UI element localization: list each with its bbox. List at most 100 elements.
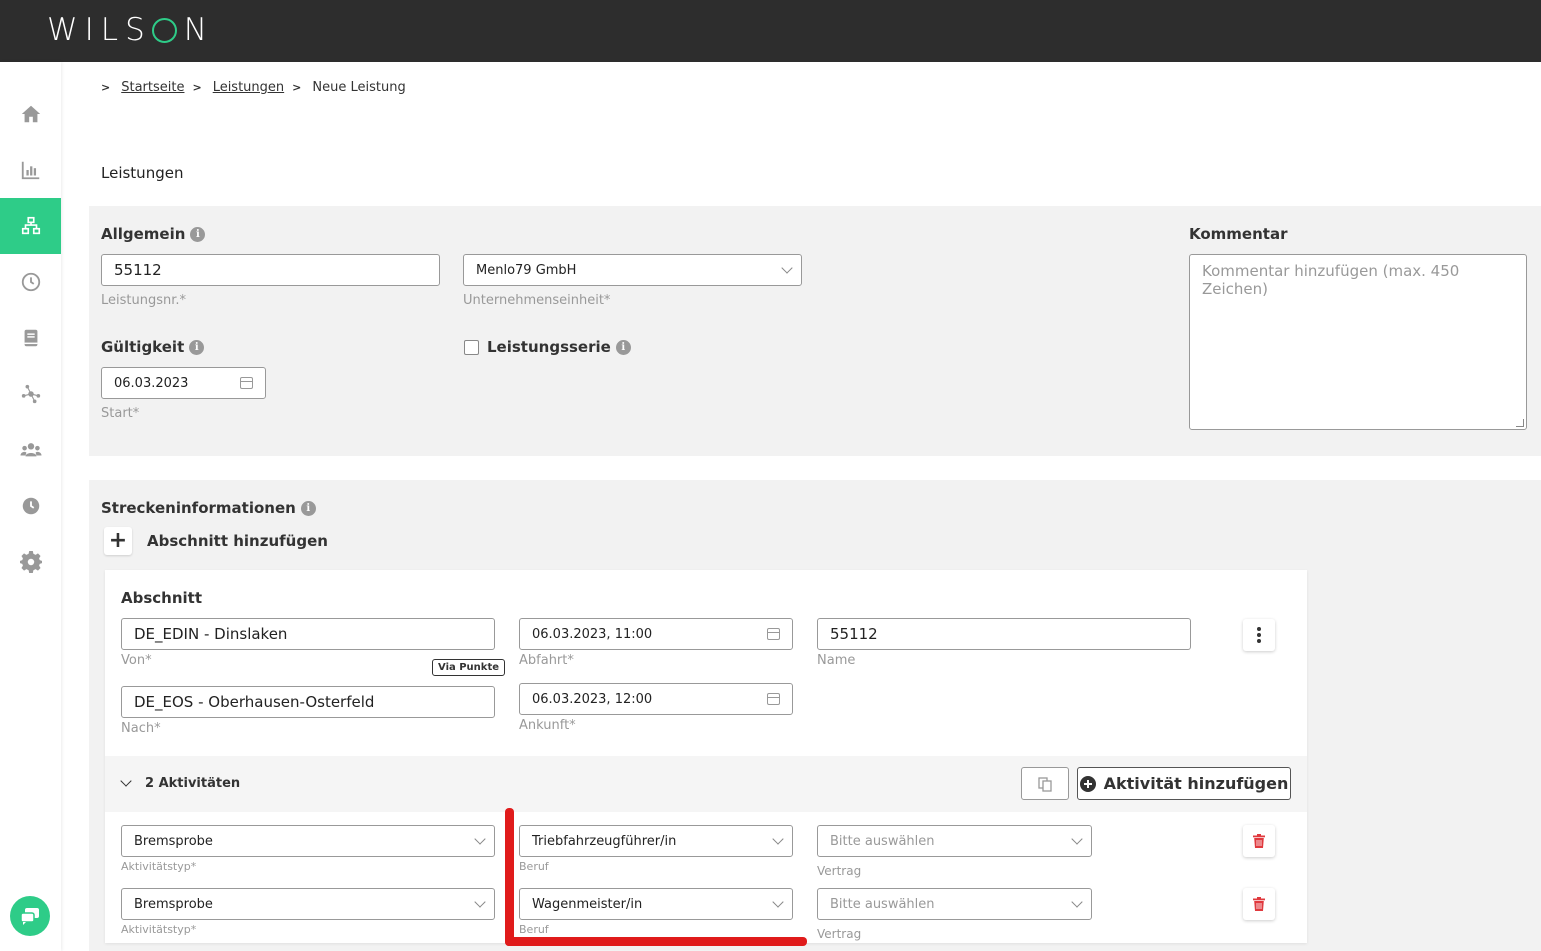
resize-handle[interactable] [1516,419,1524,427]
calendar-icon[interactable] [767,628,780,640]
abfahrt-label: Abfahrt* [519,653,574,668]
ankunft-value: 06.03.2023, 12:00 [532,691,653,707]
beruf-value: Wagenmeister/in [532,896,643,912]
sidebar-item-settings[interactable] [0,534,61,590]
von-input[interactable]: DE_EDIN - Dinslaken [121,618,495,650]
info-icon[interactable]: i [615,339,631,355]
home-icon [21,105,40,123]
gueltigkeit-heading-text: Gültigkeit [101,338,185,356]
copy-icon [1038,776,1052,792]
sidebar-item-history[interactable] [0,478,61,534]
section-heading: Abschnitt [121,589,203,607]
annotation-mark-horizontal [505,937,807,946]
chevron-right-icon: > [101,81,111,94]
unternehmenseinheit-label: Unternehmenseinheit* [463,293,611,308]
chat-icon [20,908,39,925]
leistungsserie-checkbox[interactable] [464,340,479,355]
nach-label: Nach* [121,721,161,736]
info-icon[interactable]: i [190,226,206,242]
aktivitaetstyp-select[interactable]: Bremsprobe [121,825,495,857]
beruf-select[interactable]: Wagenmeister/in [519,888,793,920]
name-label: Name [817,653,856,668]
gueltigkeit-heading: Gültigkeit i [101,338,205,356]
copy-activity-button[interactable] [1021,767,1069,800]
start-date-value: 06.03.2023 [114,375,189,391]
name-input[interactable]: 55112 [817,618,1191,650]
plus-circle-icon [1079,775,1096,792]
leistungsnr-value: 55112 [114,261,162,279]
users-icon [19,443,42,457]
info-icon[interactable]: i [300,500,316,516]
abfahrt-value: 06.03.2023, 11:00 [532,626,653,642]
calendar-icon[interactable] [767,693,780,705]
kommentar-textarea[interactable]: Kommentar hinzufügen (max. 450 Zeichen) [1189,254,1527,430]
aktivitaetstyp-label: Aktivitätstyp* [121,923,197,936]
via-punkte-button[interactable]: Via Punkte [432,659,506,676]
von-value: DE_EDIN - Dinslaken [134,625,288,643]
trash-icon [1253,897,1265,911]
add-section-label[interactable]: Abschnitt hinzufügen [147,532,328,550]
page-title: Leistungen [101,164,184,182]
chevron-down-icon [772,896,784,908]
breadcrumb: > Startseite > Leistungen > Neue Leistun… [101,80,406,95]
unternehmenseinheit-value: Menlo79 GmbH [476,262,577,278]
nodes-icon [21,384,40,404]
sidebar-item-network[interactable] [0,366,61,422]
gear-icon [19,551,42,573]
add-section-button[interactable]: + [104,527,132,555]
sidebar-item-reports[interactable] [0,142,61,198]
abfahrt-input[interactable]: 06.03.2023, 11:00 [519,618,793,650]
delete-activity-button[interactable] [1243,888,1275,920]
aktivitaetstyp-select[interactable]: Bremsprobe [121,888,495,920]
beruf-label: Beruf [519,860,549,873]
start-date-input[interactable]: 06.03.2023 [101,367,266,399]
sidebar-item-leistungen[interactable] [0,198,61,254]
vertrag-select[interactable]: Bitte auswählen [817,825,1092,857]
aktivitaetstyp-value: Bremsprobe [134,896,213,912]
chart-icon [21,161,39,180]
add-activity-button[interactable]: Aktivität hinzufügen [1077,767,1291,800]
nach-input[interactable]: DE_EOS - Oberhausen-Osterfeld [121,686,495,718]
vertrag-select[interactable]: Bitte auswählen [817,888,1092,920]
start-label: Start* [101,406,140,421]
ankunft-input[interactable]: 06.03.2023, 12:00 [519,683,793,715]
clock-icon [21,272,40,292]
sidebar-item-docs[interactable] [0,310,61,366]
chevron-down-icon [781,262,793,274]
info-icon[interactable]: i [189,339,205,355]
more-options-button[interactable] [1243,619,1275,651]
nach-value: DE_EOS - Oberhausen-Osterfeld [134,693,375,711]
vertrag-label: Vertrag [817,864,862,878]
aktivitaetstyp-label: Aktivitätstyp* [121,860,197,873]
add-activity-label: Aktivität hinzufügen [1103,774,1289,793]
kebab-dot [1257,627,1261,631]
breadcrumb-startseite[interactable]: Startseite [121,80,184,95]
kommentar-heading: Kommentar [1189,225,1288,243]
history-icon [22,497,39,515]
allgemein-heading-text: Allgemein [101,225,186,243]
ankunft-label: Ankunft* [519,718,576,733]
delete-activity-button[interactable] [1243,825,1275,857]
beruf-value: Triebfahrzeugführer/in [532,833,677,849]
leistungsserie-text: Leistungsserie [487,338,611,356]
calendar-icon[interactable] [240,377,253,389]
leistungsnr-label: Leistungsnr.* [101,293,187,308]
sidebar-item-users[interactable] [0,422,61,478]
beruf-label: Beruf [519,923,549,936]
sidebar-item-home[interactable] [0,86,61,142]
sidebar-item-time[interactable] [0,254,61,310]
chat-button[interactable] [10,896,50,936]
beruf-select[interactable]: Triebfahrzeugführer/in [519,825,793,857]
aktivitaetstyp-value: Bremsprobe [134,833,213,849]
allgemein-heading: Allgemein i [101,225,206,243]
leistungsnr-input[interactable]: 55112 [101,254,440,286]
unternehmenseinheit-select[interactable]: Menlo79 GmbH [463,254,802,286]
activities-count[interactable]: 2 Aktivitäten [145,776,240,791]
trash-icon [1253,834,1265,848]
top-bar: WILS N [0,0,1541,62]
chevron-down-icon [474,896,486,908]
breadcrumb-leistungen[interactable]: Leistungen [213,80,284,95]
kebab-dot [1257,639,1261,643]
name-value: 55112 [830,625,878,643]
logo[interactable]: WILS N [47,12,214,48]
